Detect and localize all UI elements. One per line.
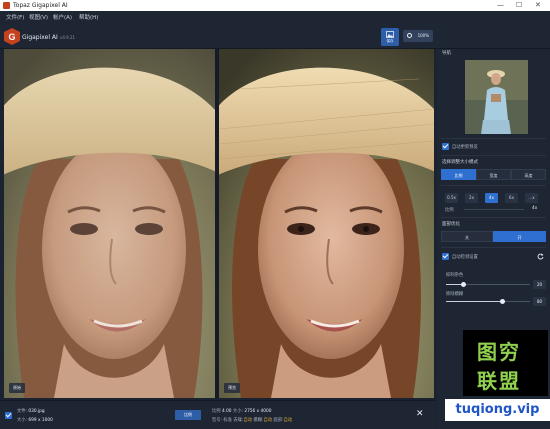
zoom-button[interactable]: 100%	[403, 30, 433, 42]
denoise-mode: 自动	[243, 418, 253, 423]
reset-icon[interactable]	[537, 253, 544, 260]
magnifier-icon	[407, 33, 412, 38]
original-tag: 原始	[9, 383, 25, 393]
scale-option-6x[interactable]: 6x	[505, 193, 518, 203]
filename-row: 文件: 030.jpg	[17, 409, 45, 414]
comparison-viewer[interactable]: 原始 预览	[4, 49, 434, 398]
menu-account[interactable]: 帐户(A)	[53, 11, 72, 25]
gigapixel-logo-icon: G	[4, 28, 20, 45]
scale-option-2x[interactable]: 2x	[465, 193, 478, 203]
model-label: 型号: 标准	[212, 418, 233, 423]
scale-selected-value: 4x	[532, 206, 538, 211]
deblur-label: 移除模糊	[446, 292, 464, 297]
deblur-slider-fill	[446, 301, 504, 302]
ratio-button[interactable]: 比例	[175, 410, 201, 420]
zoom-label: 100%	[417, 33, 429, 38]
watermark-line2: 联盟	[477, 369, 521, 393]
file-info-bar: 文件: 030.jpg 大小: 699 x 1000 比例 比例 4.00 大小…	[0, 400, 436, 429]
navigator-image	[465, 60, 528, 134]
deblur-slider-handle[interactable]	[500, 299, 505, 304]
output-info-row: 比例 4.00 大小: 2756 x 4000	[212, 409, 272, 414]
model-info-row: 型号: 标准 去噪:自动 模糊:自动 面部:自动	[212, 418, 293, 423]
blur-mode: 自动	[263, 418, 273, 423]
watermark-line1: 图穷	[477, 340, 521, 364]
menu-file[interactable]: 文件(F)	[6, 11, 24, 25]
source-size: 699 x 1000	[28, 418, 53, 423]
face-mode: 自动	[283, 418, 293, 423]
resize-mode-height[interactable]: 高度	[511, 169, 546, 180]
watermark: 图穷 联盟 tuqiong.vip	[435, 330, 550, 429]
app-header: G Gigapixel AI v4.9.21	[0, 25, 550, 49]
svg-text:G: G	[8, 32, 15, 42]
denoise-value[interactable]: 20	[533, 280, 546, 289]
preview-image[interactable]: 预览	[219, 49, 434, 398]
original-image[interactable]: 原始	[4, 49, 215, 398]
watermark-url: tuqiong.vip	[445, 399, 550, 421]
deblur-value[interactable]: 80	[533, 297, 546, 306]
scale-option-4x[interactable]: 4x	[485, 193, 498, 203]
auto-update-checkbox[interactable]	[442, 143, 449, 150]
auto-update-label: 自动更新预览	[452, 145, 478, 150]
image-icon	[386, 31, 394, 38]
resize-mode-title: 选择调整大小模式	[442, 160, 478, 165]
menu-bar: 文件(F) 视图(V) 帐户(A) 帮助(H)	[0, 11, 550, 25]
auto-settings-checkbox[interactable]	[442, 253, 449, 260]
scale-option-0-5x[interactable]: 0.5x	[445, 193, 458, 203]
filename: 030.jpg	[28, 409, 45, 414]
window-title: Topaz Gigapixel AI	[13, 2, 68, 9]
denoise-label: 抑制杂色	[446, 273, 464, 278]
preview-tag: 预览	[224, 383, 240, 393]
source-size-row: 大小: 699 x 1000	[17, 418, 53, 423]
close-window-button[interactable]: ✕	[535, 0, 541, 11]
maximize-button[interactable]: ☐	[516, 0, 522, 11]
scale-caption: 比例	[445, 208, 454, 213]
minimize-button[interactable]: —	[497, 0, 504, 11]
remove-file-icon[interactable]: ✕	[416, 409, 424, 419]
denoise-slider-handle[interactable]	[461, 282, 466, 287]
auto-settings-label: 自动检测设置	[452, 255, 478, 260]
face-refine-off[interactable]: 关	[441, 231, 493, 242]
output-size: 2756 x 4000	[244, 409, 272, 414]
save-label: 保存	[386, 39, 394, 43]
app-name: Gigapixel AI	[22, 34, 58, 41]
navigator-thumbnail[interactable]	[465, 60, 528, 134]
face-refine-title: 面部优化	[442, 222, 460, 227]
menu-help[interactable]: 帮助(H)	[79, 11, 98, 25]
output-scale: 4.00	[221, 409, 232, 414]
window-titlebar: Topaz Gigapixel AI — ☐ ✕	[0, 0, 550, 11]
topaz-logo-icon	[3, 2, 10, 9]
save-button[interactable]: 保存	[381, 28, 399, 46]
file-select-checkbox[interactable]	[5, 412, 12, 419]
navigator-title: 导航	[442, 51, 451, 56]
resize-mode-width[interactable]: 宽度	[476, 169, 511, 180]
scale-option-custom[interactable]: ...x	[525, 193, 538, 203]
face-refine-on[interactable]: 开	[493, 231, 546, 242]
app-version: v4.9.21	[60, 35, 76, 40]
resize-mode-scale[interactable]: 比例	[441, 169, 476, 180]
menu-view[interactable]: 视图(V)	[29, 11, 48, 25]
